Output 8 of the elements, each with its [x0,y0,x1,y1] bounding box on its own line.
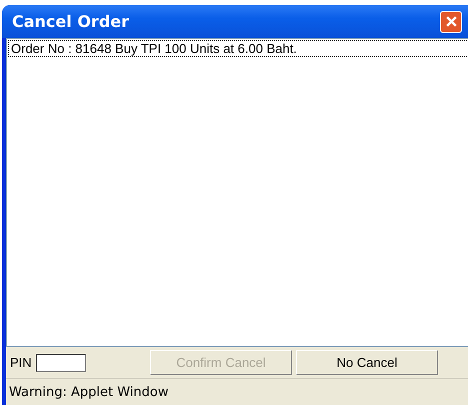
order-item[interactable]: Order No : 81648 Buy TPI 100 Units at 6.00 Baht. [8,40,468,57]
close-icon [444,15,458,28]
window-title: Cancel Order [11,12,130,31]
pin-label: PIN [10,355,32,370]
pin-field[interactable] [36,354,86,372]
cancel-button[interactable]: No Cancel [296,350,438,375]
status-bar: Warning: Applet Window [6,378,468,405]
close-button[interactable] [440,10,462,32]
